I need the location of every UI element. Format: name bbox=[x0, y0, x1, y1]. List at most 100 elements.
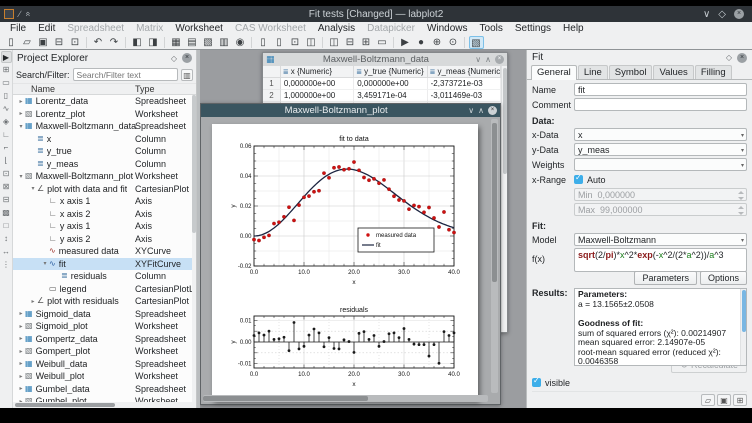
search-filter-input[interactable] bbox=[73, 68, 178, 81]
load-preset-icon[interactable]: ▱ bbox=[701, 394, 715, 406]
tree-item-gompertz-data[interactable]: ▸▦Gompertz_dataSpreadsheet bbox=[13, 333, 196, 346]
results-scrollbar[interactable] bbox=[740, 289, 746, 365]
expander-icon[interactable]: ▸ bbox=[17, 323, 25, 330]
shift-vertical-icon[interactable]: ↕ bbox=[1, 233, 12, 245]
project-explorer-toggle-icon[interactable]: ◧ bbox=[130, 36, 145, 49]
tab-line[interactable]: Line bbox=[578, 65, 608, 79]
add-xy-curve-icon[interactable]: ∿ bbox=[1, 103, 12, 115]
close-window-icon[interactable]: × bbox=[734, 9, 744, 19]
tree-item-gumbel-data[interactable]: ▸▦Gumbel_dataSpreadsheet bbox=[13, 383, 196, 396]
menu-help[interactable]: Help bbox=[557, 23, 590, 34]
close-spreadsheet-icon[interactable]: × bbox=[495, 55, 504, 64]
filter-options-icon[interactable]: ▥ bbox=[181, 69, 193, 81]
tree-item-y-meas[interactable]: ≣y_measColumn bbox=[13, 158, 196, 171]
worksheet-window-titlebar[interactable]: Maxwell-Boltzmann_plot ∨ ∧ × bbox=[201, 104, 500, 117]
close-panel-icon[interactable]: × bbox=[182, 53, 192, 63]
menu-worksheet[interactable]: Worksheet bbox=[169, 23, 229, 34]
new-datapicker-icon[interactable]: ◉ bbox=[233, 36, 248, 49]
expander-icon[interactable]: ▸ bbox=[17, 385, 25, 392]
tree-item-residuals[interactable]: ≣residualsColumn bbox=[13, 270, 196, 283]
export-image-icon[interactable]: ⊡ bbox=[288, 36, 303, 49]
import-data-icon[interactable]: ▯ bbox=[256, 36, 271, 49]
spreadsheet-window-titlebar[interactable]: ▦ Maxwell-Boltzmann_data ∨ ∧ × bbox=[263, 53, 507, 66]
layout-horizontal-icon[interactable]: ⊟ bbox=[343, 36, 358, 49]
zoom-select-mode-icon[interactable]: ⊕ bbox=[430, 36, 445, 49]
tree-vertical-scrollbar[interactable] bbox=[192, 95, 196, 402]
open-project-icon[interactable]: ▱ bbox=[20, 36, 35, 49]
minimize-icon[interactable]: ∨ bbox=[703, 9, 710, 20]
y-data-combo[interactable]: y_meas ▾ bbox=[574, 143, 747, 156]
menu-windows[interactable]: Windows bbox=[421, 23, 474, 34]
save-preset-icon[interactable]: ▣ bbox=[717, 394, 731, 406]
row-number[interactable]: 2 bbox=[263, 90, 281, 102]
presenter-mode-icon[interactable]: ▧ bbox=[469, 36, 484, 49]
worksheet-window[interactable]: Maxwell-Boltzmann_plot ∨ ∧ × 0.010.020.0… bbox=[200, 103, 501, 405]
tree-item-x-axis-2[interactable]: ∟x axis 2Axis bbox=[13, 208, 196, 221]
residuals-plot[interactable]: 0.010.020.030.040.0-0.010.000.01residual… bbox=[228, 304, 462, 390]
worksheet-view[interactable]: 0.010.020.030.040.0-0.020.000.020.040.06… bbox=[201, 117, 500, 404]
table-cell[interactable]: -2,373721e-03 bbox=[428, 78, 501, 90]
expander-icon[interactable]: ▸ bbox=[29, 298, 37, 305]
menu-settings[interactable]: Settings bbox=[509, 23, 557, 34]
add-axis-icon[interactable]: ∟ bbox=[1, 129, 12, 141]
menu-datapicker[interactable]: Datapicker bbox=[361, 23, 421, 34]
layout-vertical-icon[interactable]: ◫ bbox=[327, 36, 342, 49]
tree-item-lorentz-data[interactable]: ▸▦Lorentz_dataSpreadsheet bbox=[13, 95, 196, 108]
expander-icon[interactable]: ▸ bbox=[17, 310, 25, 317]
expander-icon[interactable]: ▸ bbox=[17, 373, 25, 380]
tree-item-sigmoid-plot[interactable]: ▸▧Sigmoid_plotWorksheet bbox=[13, 320, 196, 333]
expander-icon[interactable]: ▾ bbox=[29, 185, 37, 192]
worksheet-vertical-scrollbar[interactable] bbox=[491, 119, 498, 393]
column-header[interactable]: ≣x {Numeric} bbox=[281, 66, 354, 78]
tree-item-x-axis-1[interactable]: ∟x axis 1Axis bbox=[13, 195, 196, 208]
layout-grid-icon[interactable]: ⊞ bbox=[359, 36, 374, 49]
menu-spreadsheet[interactable]: Spreadsheet bbox=[61, 23, 130, 34]
parameters-button[interactable]: Parameters bbox=[634, 271, 697, 285]
new-matrix-icon[interactable]: ▤ bbox=[185, 36, 200, 49]
tab-filling[interactable]: Filling bbox=[695, 65, 732, 79]
results-box[interactable]: Parameters:a = 13.1565±2.0508 Goodness o… bbox=[574, 288, 747, 366]
fit-plot[interactable]: 0.010.020.030.040.0-0.020.000.020.040.06… bbox=[228, 132, 462, 296]
type-column-header[interactable]: Type bbox=[135, 84, 155, 94]
menu-edit[interactable]: Edit bbox=[32, 23, 61, 34]
print-icon[interactable]: ⊟ bbox=[52, 36, 67, 49]
pen-icon[interactable]: ∕ bbox=[19, 9, 21, 19]
layout-remove-icon[interactable]: ▭ bbox=[375, 36, 390, 49]
menu-file[interactable]: File bbox=[4, 23, 32, 34]
worksheet-horizontal-scrollbar[interactable] bbox=[203, 395, 488, 402]
tree-item-sigmoid-data[interactable]: ▸▦Sigmoid_dataSpreadsheet bbox=[13, 308, 196, 321]
model-combo[interactable]: Maxwell-Boltzmann ▾ bbox=[574, 233, 747, 246]
auto-checkbox[interactable]: ✓ bbox=[574, 175, 583, 184]
column-header[interactable]: ≣y_meas {Numeric} bbox=[428, 66, 501, 78]
tree-item-maxwell-boltzmann-plot[interactable]: ▾▧Maxwell-Boltzmann_plotWorksheet bbox=[13, 170, 196, 183]
worksheet-page[interactable]: 0.010.020.030.040.0-0.020.000.020.040.06… bbox=[212, 124, 478, 400]
close-dock-icon[interactable]: × bbox=[737, 53, 747, 63]
zoom-fit-icon[interactable]: ◫ bbox=[304, 36, 319, 49]
dock-header[interactable]: Fit ◇ × bbox=[527, 50, 752, 65]
zoom-origin-icon[interactable]: ⊟ bbox=[1, 194, 12, 206]
magnification-icon[interactable]: ⊙ bbox=[446, 36, 461, 49]
x-data-combo[interactable]: x ▾ bbox=[574, 128, 747, 141]
more-tools-icon[interactable]: ⋮ bbox=[1, 259, 12, 271]
tree-item-maxwell-boltzmann-data[interactable]: ▾▦Maxwell-Boltzmann_dataSpreadsheet bbox=[13, 120, 196, 133]
add-legend-icon[interactable]: ⌊ bbox=[1, 155, 12, 167]
expander-icon[interactable]: ▾ bbox=[17, 173, 25, 180]
table-cell[interactable]: -3,011469e-03 bbox=[428, 90, 501, 102]
tree-column-headers[interactable]: Name Type bbox=[13, 83, 196, 95]
close-worksheet-icon[interactable]: × bbox=[488, 106, 497, 115]
shift-horizontal-icon[interactable]: ↔ bbox=[1, 246, 12, 258]
project-explorer-header[interactable]: Project Explorer ◇ × bbox=[13, 50, 196, 66]
properties-explorer-toggle-icon[interactable]: ◨ bbox=[146, 36, 161, 49]
spreadsheet-vertical-scrollbar[interactable] bbox=[501, 66, 507, 332]
window-shade-icon[interactable]: ∨ bbox=[475, 55, 481, 64]
add-equation-curve-icon[interactable]: ◈ bbox=[1, 116, 12, 128]
redo-icon[interactable]: ↷ bbox=[107, 36, 122, 49]
window-restore-icon[interactable]: ∧ bbox=[478, 106, 484, 115]
tab-values[interactable]: Values bbox=[653, 65, 693, 79]
new-cas-worksheet-icon[interactable]: ▥ bbox=[217, 36, 232, 49]
float-panel-icon[interactable]: ◇ bbox=[171, 54, 177, 63]
new-worksheet-icon[interactable]: ▧ bbox=[201, 36, 216, 49]
name-input[interactable] bbox=[574, 83, 747, 96]
table-cell[interactable]: 0,000000e+00 bbox=[281, 78, 354, 90]
window-titlebar[interactable]: ∕ « Fit tests [Changed] — labplot2 ∨ ◇ × bbox=[0, 6, 752, 22]
